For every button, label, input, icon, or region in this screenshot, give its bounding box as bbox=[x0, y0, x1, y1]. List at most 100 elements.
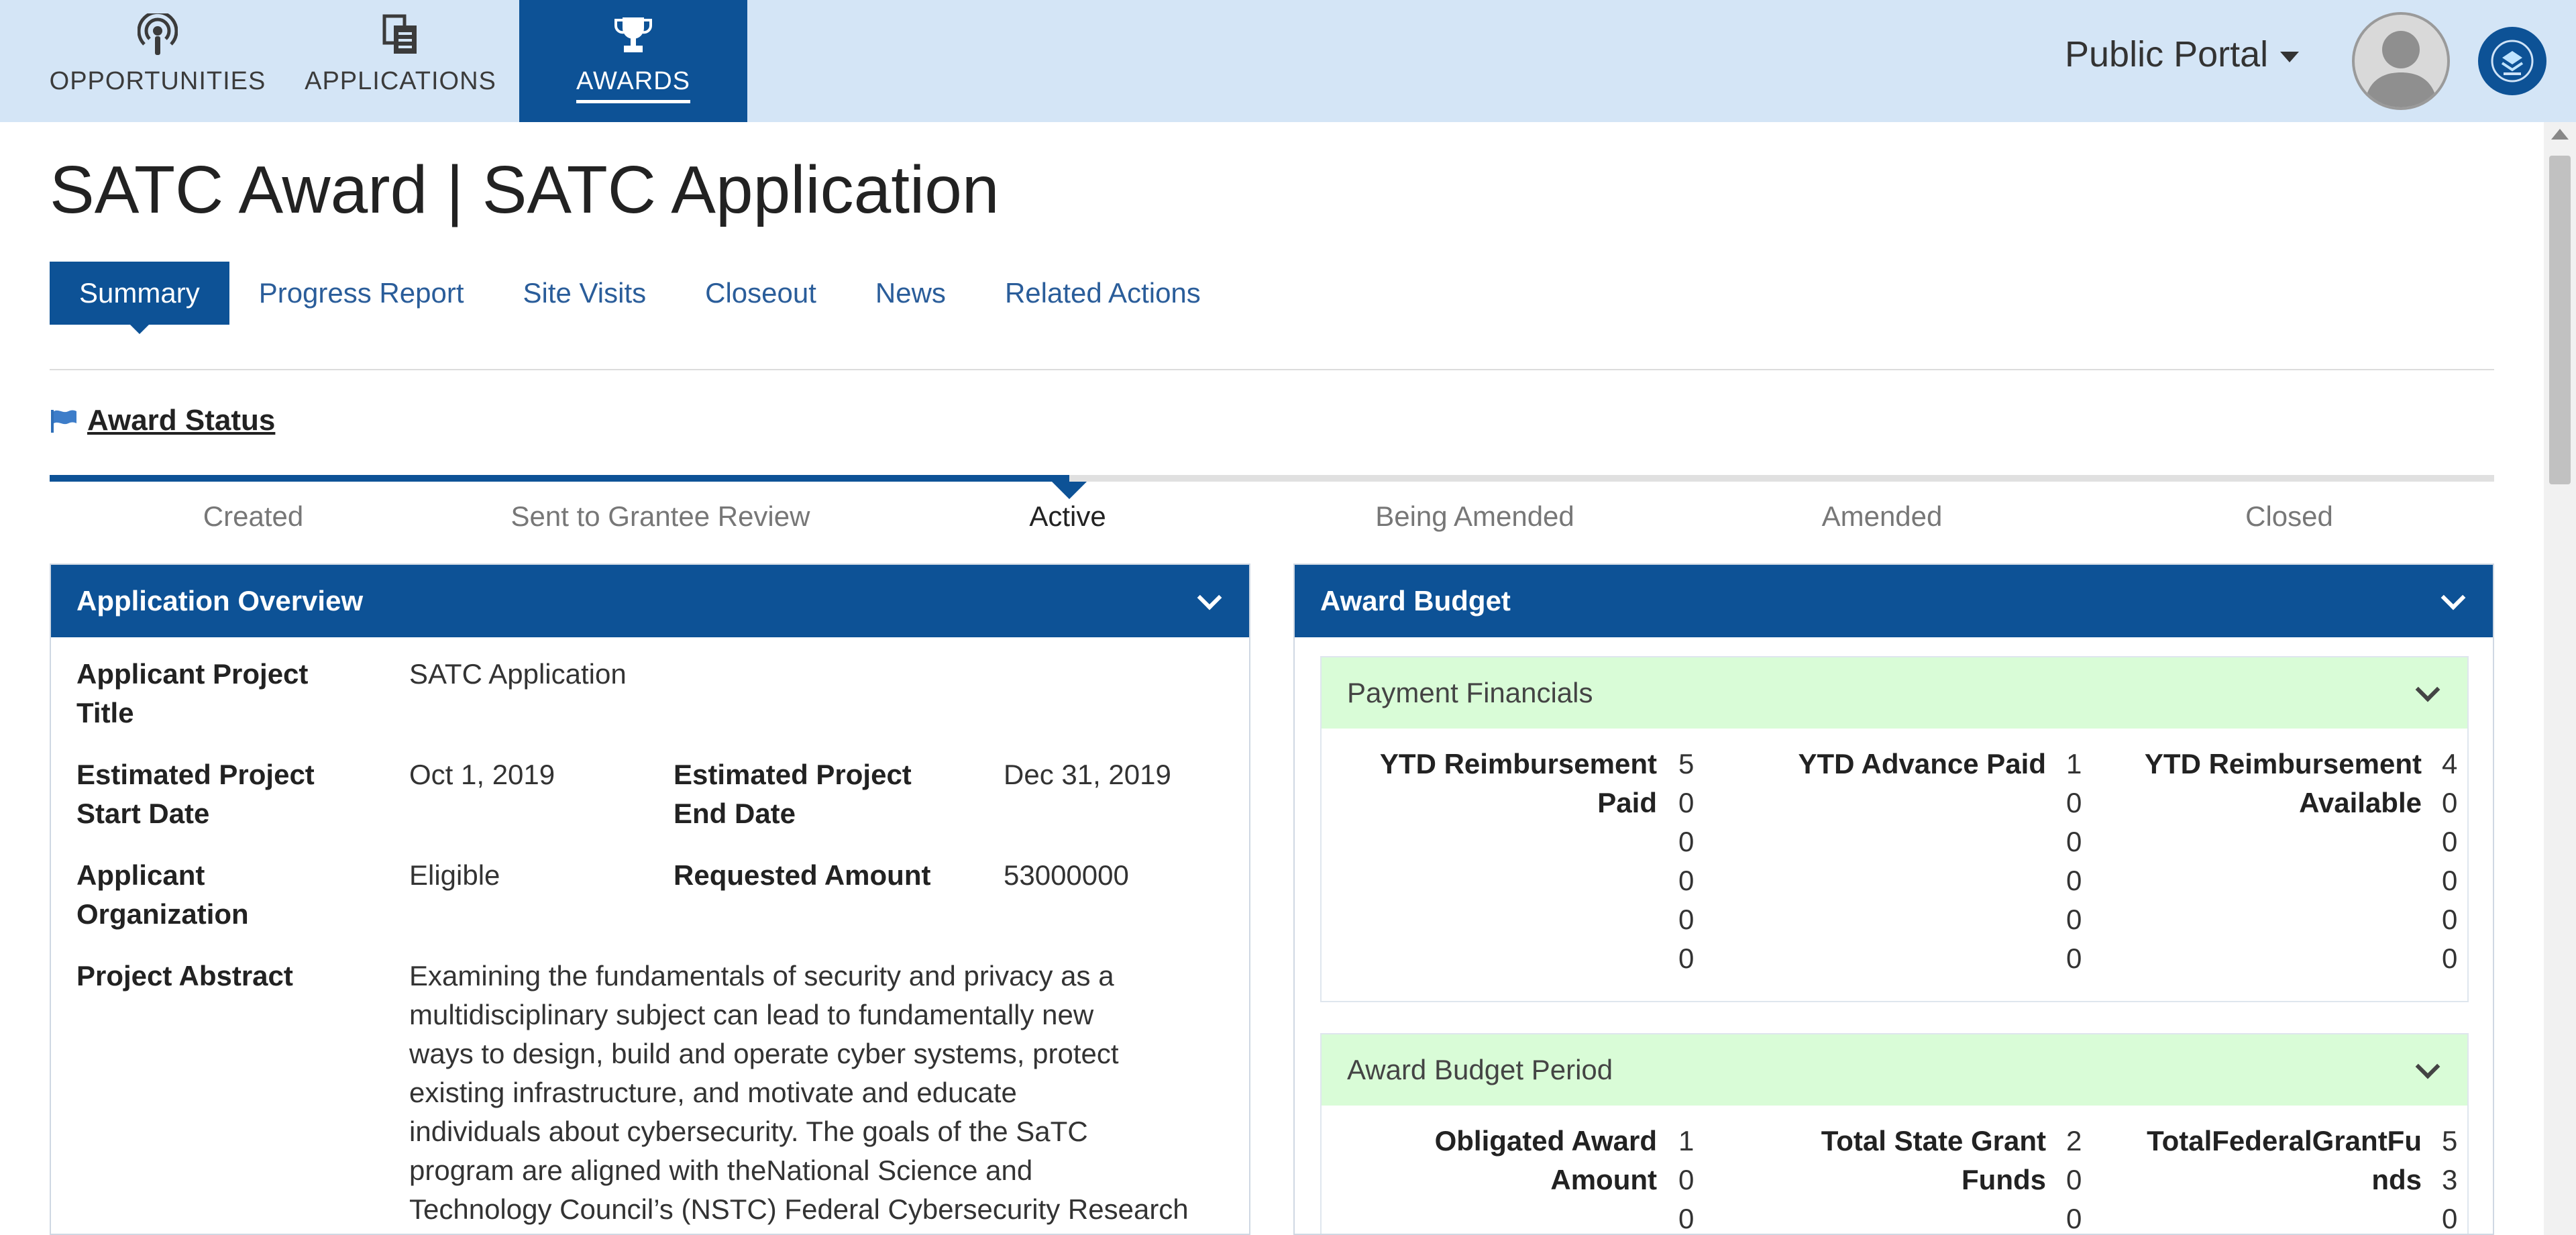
tab-bar: Summary Progress Report Site Visits Clos… bbox=[50, 262, 1230, 334]
abstract-line: multidisciplinary subject can lead to fu… bbox=[409, 999, 1094, 1030]
end-date-value: Dec 31, 2019 bbox=[1004, 759, 1171, 790]
application-overview-header[interactable]: Application Overview bbox=[51, 565, 1249, 637]
nav-opportunities-label: OPPORTUNITIES bbox=[49, 67, 266, 95]
digit: 0 bbox=[1678, 865, 1695, 896]
application-overview-panel: Application Overview Applicant Project T… bbox=[50, 563, 1250, 1235]
total-federal-grant-funds-value: 5 3 0 bbox=[2442, 1122, 2458, 1234]
flag-icon bbox=[51, 410, 76, 433]
digit: 0 bbox=[2066, 787, 2082, 818]
scrollbar-thumb[interactable] bbox=[2549, 156, 2571, 484]
chevron-down-icon[interactable] bbox=[2415, 677, 2440, 702]
project-title-label: Applicant Project Title bbox=[76, 658, 309, 729]
nav-applications-label: APPLICATIONS bbox=[305, 67, 496, 95]
tab-progress-report[interactable]: Progress Report bbox=[229, 262, 494, 325]
abstract-line: existing infrastructure, and motivate an… bbox=[409, 1077, 1017, 1108]
label-line: Total State Grant bbox=[1821, 1125, 2046, 1157]
portal-dropdown[interactable]: Public Portal bbox=[2065, 34, 2300, 75]
stage-sent-to-grantee-review: Sent to Grantee Review bbox=[511, 500, 810, 532]
payment-financials-panel: Payment Financials YTD Reimbursement Pai… bbox=[1320, 656, 2469, 1002]
obligated-award-amount-value: 1 0 0 bbox=[1678, 1122, 1695, 1234]
abstract-label: Project Abstract bbox=[76, 960, 293, 991]
digit: 1 bbox=[1678, 1125, 1695, 1157]
organization-value: Eligible bbox=[409, 859, 500, 891]
tab-site-visits[interactable]: Site Visits bbox=[494, 262, 676, 325]
obligated-award-amount-label: Obligated Award Amount bbox=[1335, 1122, 1657, 1199]
start-date-value: Oct 1, 2019 bbox=[409, 759, 555, 790]
stage-active: Active bbox=[1029, 500, 1106, 532]
digit: 0 bbox=[2442, 826, 2458, 857]
stage-amended: Amended bbox=[1821, 500, 1943, 532]
digit: 0 bbox=[2066, 904, 2082, 935]
digit: 0 bbox=[2442, 943, 2458, 974]
chevron-down-icon[interactable] bbox=[1197, 585, 1222, 610]
award-budget-period-panel: Award Budget Period Obligated Award Amou… bbox=[1320, 1033, 2469, 1234]
tab-closeout[interactable]: Closeout bbox=[676, 262, 846, 325]
nav-opportunities[interactable]: OPPORTUNITIES bbox=[35, 0, 280, 122]
digit: 0 bbox=[2066, 1164, 2082, 1195]
divider bbox=[50, 369, 2494, 370]
ytd-reimbursement-available-value: 4 0 0 0 0 0 bbox=[2442, 745, 2457, 978]
application-overview-title: Application Overview bbox=[76, 585, 364, 616]
ytd-advance-paid-value: 1 0 0 0 0 0 bbox=[2066, 745, 2082, 978]
tab-news[interactable]: News bbox=[846, 262, 975, 325]
abstract-line: program are aligned with theNational Sci… bbox=[409, 1155, 1033, 1186]
award-budget-period-title: Award Budget Period bbox=[1347, 1054, 1613, 1085]
ytd-advance-paid-label: YTD Advance Paid bbox=[1724, 745, 2046, 784]
digit: 3 bbox=[2442, 1164, 2458, 1195]
label-line: YTD Reimbursement bbox=[2144, 748, 2422, 780]
scroll-up-arrow-icon[interactable] bbox=[2551, 129, 2569, 140]
label-line: Paid bbox=[1597, 787, 1657, 818]
ytd-reimbursement-paid-value: 5 0 0 0 0 0 bbox=[1678, 745, 1694, 978]
abstract-text: Examining the fundamentals of security a… bbox=[409, 957, 1228, 1229]
page-title: SATC Award | SATC Application bbox=[50, 152, 1000, 227]
label-line: YTD Advance Paid bbox=[1798, 748, 2046, 780]
digit: 4 bbox=[2442, 748, 2458, 780]
nav-applications[interactable]: APPLICATIONS bbox=[295, 0, 506, 122]
tab-summary[interactable]: Summary bbox=[50, 262, 229, 334]
nav-awards[interactable]: AWARDS bbox=[519, 0, 747, 122]
digit: 0 bbox=[1678, 826, 1695, 857]
caret-down-icon bbox=[2280, 52, 2300, 62]
total-state-grant-funds-value: 2 0 0 bbox=[2066, 1122, 2082, 1234]
digit: 0 bbox=[2442, 865, 2458, 896]
label-line: TotalFederalGrantFu bbox=[2147, 1125, 2422, 1157]
award-budget-title: Award Budget bbox=[1320, 585, 1511, 616]
digit: 2 bbox=[2066, 1125, 2082, 1157]
award-status-title[interactable]: Award Status bbox=[87, 404, 275, 437]
payment-financials-header[interactable]: Payment Financials bbox=[1322, 657, 2467, 729]
trophy-icon bbox=[612, 13, 655, 56]
start-date-label: Estimated Project Start Date bbox=[76, 759, 315, 829]
total-federal-grant-funds-label: TotalFederalGrantFu nds bbox=[2093, 1122, 2422, 1199]
award-budget-period-header[interactable]: Award Budget Period bbox=[1322, 1034, 2467, 1106]
chevron-down-icon[interactable] bbox=[2440, 585, 2466, 610]
user-silhouette-icon bbox=[2364, 31, 2438, 107]
status-progress-track bbox=[50, 475, 2494, 482]
digit: 5 bbox=[2442, 1125, 2458, 1157]
label-line: Available bbox=[2299, 787, 2422, 818]
organization-label: Applicant Organization bbox=[76, 859, 249, 930]
label-line: Obligated Award bbox=[1434, 1125, 1657, 1157]
avatar[interactable] bbox=[2352, 12, 2450, 110]
digit: 0 bbox=[2442, 1203, 2458, 1234]
chevron-down-icon[interactable] bbox=[2415, 1054, 2440, 1079]
payment-financials-title: Payment Financials bbox=[1347, 677, 1593, 708]
agency-logo-icon[interactable] bbox=[2478, 27, 2546, 95]
project-title-value: SATC Application bbox=[409, 658, 627, 690]
award-status-header: Award Status bbox=[50, 404, 275, 437]
top-nav-bar: OPPORTUNITIES APPLICATIONS AWARDS Public… bbox=[0, 0, 2576, 122]
award-budget-header[interactable]: Award Budget bbox=[1295, 565, 2493, 637]
documents-icon bbox=[379, 13, 422, 56]
digit: 0 bbox=[2442, 787, 2458, 818]
ytd-reimbursement-available-label: YTD Reimbursement Available bbox=[2093, 745, 2422, 822]
digit: 5 bbox=[1678, 748, 1695, 780]
label-line: YTD Reimbursement bbox=[1379, 748, 1657, 780]
digit: 0 bbox=[1678, 943, 1695, 974]
digit: 0 bbox=[2066, 865, 2082, 896]
portal-label: Public Portal bbox=[2065, 34, 2269, 74]
label-line: Amount bbox=[1550, 1164, 1657, 1195]
label-line: Funds bbox=[1962, 1164, 2046, 1195]
digit: 0 bbox=[1678, 904, 1695, 935]
status-pointer-icon bbox=[1052, 482, 1087, 499]
total-state-grant-funds-label: Total State Grant Funds bbox=[1724, 1122, 2046, 1199]
tab-related-actions[interactable]: Related Actions bbox=[975, 262, 1230, 325]
